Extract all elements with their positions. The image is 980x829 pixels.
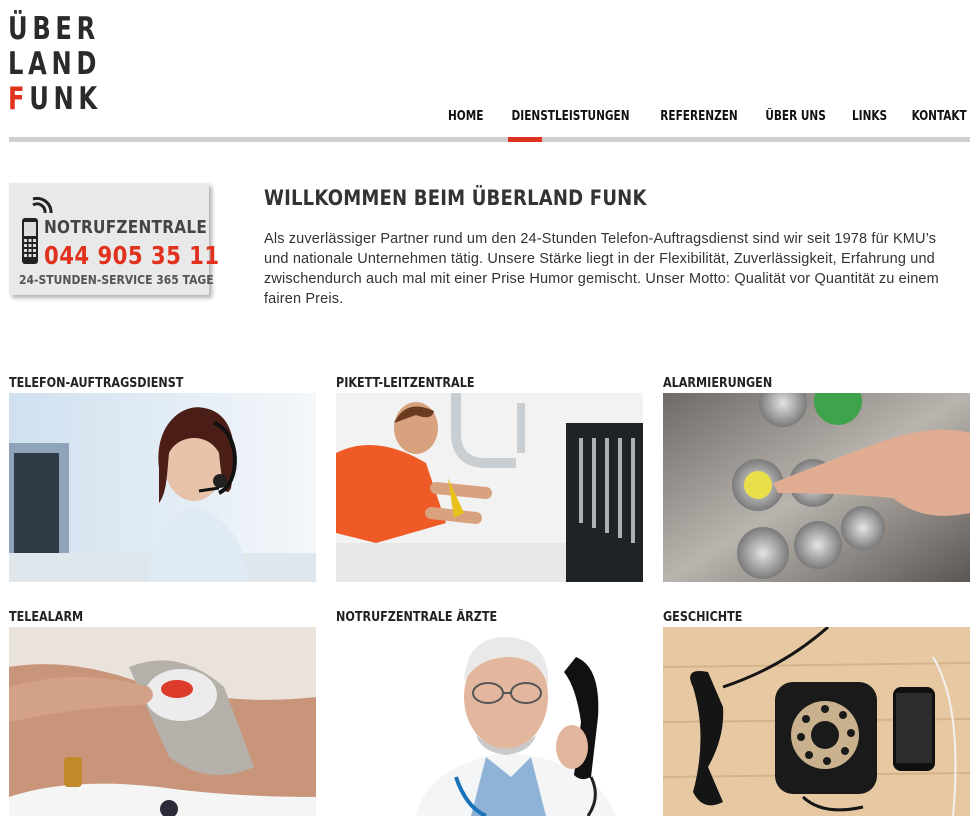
- nav-divider-bar: [9, 137, 970, 142]
- mobile-phone-icon: [22, 218, 38, 264]
- emergency-hotline-badge[interactable]: NOTRUFZENTRALE 044 905 35 11 24-STUNDEN-…: [9, 183, 219, 295]
- nav-item-kontakt[interactable]: KONTAKT: [902, 108, 966, 138]
- page-title: WILLKOMMEN BEIM ÜBERLAND FUNK: [264, 186, 647, 210]
- service-tile-notrufzentrale-aerzte[interactable]: NOTRUFZENTRALE ÄRZTE: [336, 609, 643, 816]
- alarm-button-photo[interactable]: [663, 393, 970, 582]
- hotline-number[interactable]: 044 905 35 11: [44, 241, 220, 270]
- nav-item-dienstleistungen[interactable]: DIENSTLEISTUNGEN: [503, 108, 639, 138]
- main-nav: HOME DIENSTLEISTUNGEN REFERENZEN ÜBER UN…: [436, 108, 970, 138]
- logo-line-3: FUNK: [8, 81, 97, 117]
- tile-title[interactable]: TELEFON-AUFTRAGSDIENST: [9, 375, 273, 393]
- nav-item-ueber-uns[interactable]: ÜBER UNS: [757, 108, 835, 138]
- badge-subtitle: 24-STUNDEN-SERVICE 365 TAGE: [19, 273, 214, 287]
- intro-paragraph: Als zuverlässiger Partner rund um den 24…: [264, 231, 939, 307]
- plumber-photo[interactable]: [336, 393, 643, 582]
- doctor-phone-photo[interactable]: [336, 627, 643, 816]
- service-tile-telealarm[interactable]: TELEALARM: [9, 609, 316, 816]
- wrist-alarm-photo[interactable]: [9, 627, 316, 816]
- headset-operator-photo[interactable]: [9, 393, 316, 582]
- tile-title[interactable]: PIKETT-LEITZENTRALE: [336, 375, 600, 393]
- tile-title[interactable]: NOTRUFZENTRALE ÄRZTE: [336, 609, 600, 627]
- badge-title: NOTRUFZENTRALE: [44, 217, 208, 238]
- service-tile-alarmierungen[interactable]: ALARMIERUNGEN: [663, 375, 970, 582]
- nav-item-links[interactable]: LINKS: [843, 108, 896, 138]
- logo-accent-letter: F: [8, 81, 30, 117]
- tile-title[interactable]: TELEALARM: [9, 609, 273, 627]
- service-tile-telefon-auftragsdienst[interactable]: TELEFON-AUFTRAGSDIENST: [9, 375, 316, 582]
- signal-icon: [32, 196, 53, 214]
- logo-line-1: ÜBER: [8, 11, 100, 47]
- service-tile-pikett-leitzentrale[interactable]: PIKETT-LEITZENTRALE: [336, 375, 643, 582]
- logo-line-2: LAND: [8, 46, 102, 82]
- tile-title[interactable]: GESCHICHTE: [663, 609, 927, 627]
- nav-item-home[interactable]: HOME: [439, 108, 492, 138]
- nav-active-indicator: [508, 137, 542, 142]
- service-tile-geschichte[interactable]: GESCHICHTE: [663, 609, 970, 816]
- nav-item-referenzen[interactable]: REFERENZEN: [652, 108, 747, 138]
- rotary-phone-photo[interactable]: [663, 627, 970, 816]
- logo[interactable]: ÜBER LAND FUNK: [8, 12, 98, 117]
- logo-line-3-rest: UNK: [29, 81, 102, 117]
- tile-title[interactable]: ALARMIERUNGEN: [663, 375, 927, 393]
